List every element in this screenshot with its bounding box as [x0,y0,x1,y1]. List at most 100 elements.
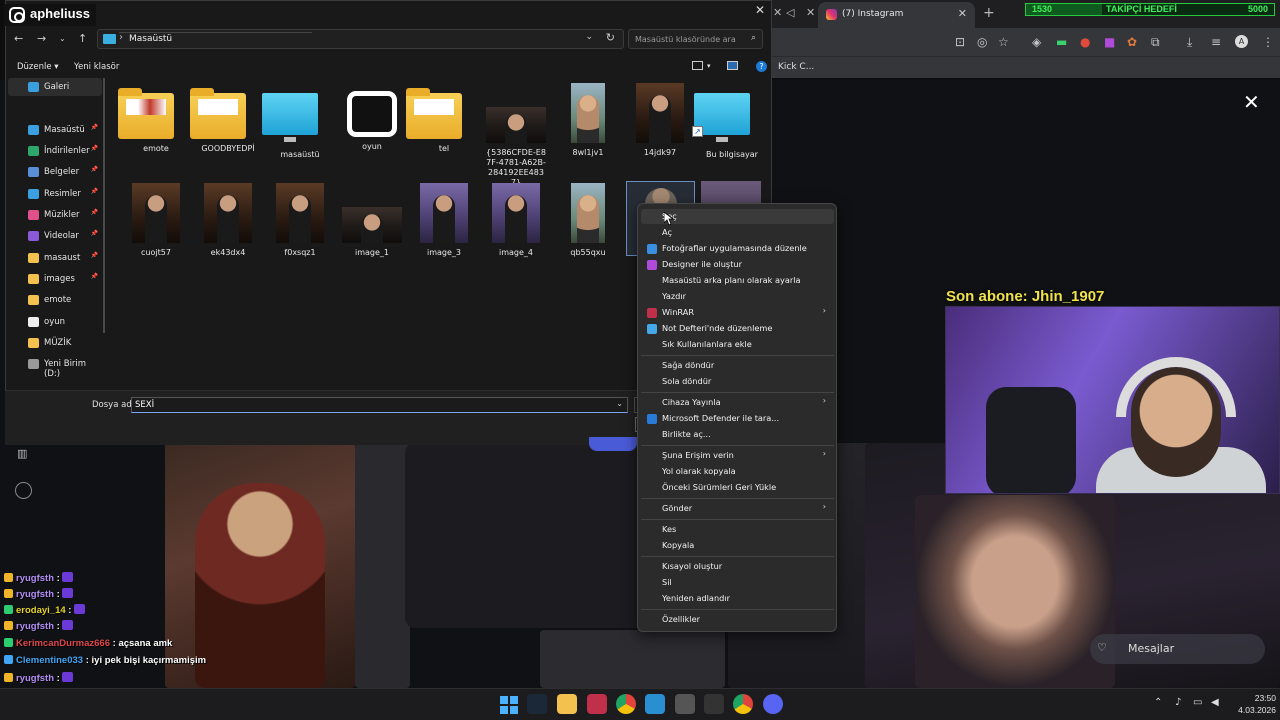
stats-icon[interactable]: ▥ [17,447,27,460]
filename-input[interactable]: SEXİ ⌄ [131,397,628,413]
menu-icon[interactable]: ⋮ [1262,35,1274,49]
file-item[interactable]: 8wl1jv1 [550,83,626,158]
menu-item[interactable]: Cihaza Yayınla › [641,395,834,410]
volume-icon[interactable]: ◀ [1211,697,1219,708]
menu-item[interactable]: Önceki Sürümleri Geri Yükle [641,480,834,495]
file-item[interactable]: ek43dx4 [190,183,266,258]
download-icon[interactable]: ⤓ [1187,35,1192,50]
tab-close-icon-2[interactable]: ✕ [806,6,815,19]
steam-icon[interactable] [527,694,547,714]
back-icon[interactable]: ← [14,32,23,45]
mute-icon[interactable]: ◁ [786,6,794,19]
shield-icon[interactable]: ◈ [1032,35,1041,49]
file-item[interactable]: image_3 [406,183,482,258]
menu-item[interactable]: Sil [641,575,834,590]
menu-item[interactable]: Masaüstü arka planı olarak ayarla [641,273,834,288]
file-item[interactable]: {5386CFDE-E87F-4781-A62B-284192EE4837} [478,83,554,188]
puzzle-icon[interactable]: ⧉ [1151,35,1160,50]
chat-username[interactable]: ryugfsth [16,621,54,632]
extension-icon[interactable]: ▬ [1056,35,1067,49]
file-item[interactable]: 14jdk97 [622,83,698,158]
chrome-icon[interactable] [616,694,636,714]
video-tile-bottom[interactable] [540,630,725,688]
close-tab-icon[interactable]: ✕ [958,7,967,20]
app-icon[interactable] [645,694,665,714]
discord-icon[interactable] [763,694,783,714]
sidebar-item[interactable]: MÜZİK [8,334,102,352]
menu-item[interactable]: Designer ile oluştur [641,257,834,272]
up-icon[interactable]: ↑ [78,32,87,45]
menu-item[interactable]: Birlikte aç... [641,427,834,442]
new-tab-icon[interactable]: + [983,5,995,21]
chat-username[interactable]: Clementine033 [16,655,83,666]
menu-item[interactable]: Kısayol oluştur [641,559,834,574]
menu-item[interactable]: Gönder › [641,501,834,516]
menu-item[interactable]: Microsoft Defender ile tara... [641,411,834,426]
menu-item[interactable]: Yeniden adlandır [641,591,834,606]
new-folder-button[interactable]: Yeni klasör [74,62,119,72]
menu-item[interactable]: Yol olarak kopyala [641,464,834,479]
filename-dropdown-icon[interactable]: ⌄ [616,399,623,408]
star-icon[interactable]: ☆ [998,35,1009,49]
sidebar-item[interactable]: Müzikler 📌 [8,206,102,224]
sidebar-item[interactable]: Resimler 📌 [8,185,102,203]
compass-icon[interactable] [15,482,32,499]
sidebar-item[interactable]: Masaüstü 📌 [8,121,102,139]
bookmark-kick[interactable]: Kick C... [778,62,814,72]
sidebar-item[interactable]: Yeni Birim (D:) [8,355,102,379]
file-item[interactable]: oyun [334,83,410,152]
preview-pane-icon[interactable] [727,61,738,70]
tab-instagram[interactable]: (7) Instagram ✕ [818,2,975,28]
video-tile-prince[interactable] [165,443,355,688]
extension-icon-2[interactable]: ● [1080,35,1090,49]
install-icon[interactable]: ⊡ [955,35,965,49]
address-path[interactable]: › Masaüstü ⌄ ↻ [97,29,624,49]
sidebar-scrollbar[interactable] [103,78,105,333]
refresh-icon[interactable]: ↻ [606,31,615,44]
file-item[interactable]: GOODBYEDPİ [190,83,266,154]
close-icon[interactable]: ✕ [1243,90,1260,114]
dialog-close-icon[interactable]: ✕ [755,3,765,17]
file-item[interactable]: image_1 [334,183,410,258]
game-icon[interactable] [675,694,695,714]
obs-icon[interactable] [704,694,724,714]
path-dropdown-icon[interactable]: ⌄ [585,32,593,42]
menu-item[interactable]: Not Defteri'nde düzenleme [641,321,834,336]
menu-item[interactable]: Kes [641,522,834,537]
chat-username[interactable]: ryugfsth [16,589,54,600]
video-tile-man[interactable] [355,443,410,688]
forward-icon[interactable]: → [37,32,46,45]
organize-button[interactable]: Düzenle ▾ [17,62,59,72]
video-app-icon[interactable] [587,694,607,714]
help-icon[interactable]: ? [756,61,767,72]
messages-button[interactable]: Mesajlar [1090,634,1265,664]
tray-chevron-icon[interactable]: ⌃ [1154,697,1162,708]
sidebar-item[interactable]: Galeri [8,78,102,96]
chrome-icon[interactable] [733,694,753,714]
menu-item[interactable]: Fotoğraflar uygulamasında düzenle [641,241,834,256]
file-item[interactable]: f0xsqz1 [262,183,338,258]
chat-username[interactable]: KerimcanDurmaz666 [16,638,110,649]
hide-icon[interactable]: ◎ [977,35,987,49]
sidebar-item[interactable]: İndirilenler 📌 [8,142,102,160]
list-icon[interactable]: ≡ [1211,35,1221,49]
menu-item[interactable]: WinRAR › [641,305,834,320]
menu-item[interactable]: Sağa döndür [641,358,834,373]
extension-icon-3[interactable]: ■ [1104,35,1115,49]
file-item[interactable]: tel [406,83,482,154]
sidebar-item[interactable]: Belgeler 📌 [8,163,102,181]
menu-item[interactable]: Sık Kullanılanlara ekle [641,337,834,352]
network-icon[interactable]: ▭ [1193,697,1202,708]
view-dropdown-icon[interactable]: ▾ [707,62,711,70]
menu-item[interactable]: Özellikler [641,612,834,627]
view-icon[interactable] [692,61,703,70]
recent-chevron-icon[interactable]: ⌄ [59,34,66,43]
menu-item[interactable]: Kopyala [641,538,834,553]
file-item[interactable]: image_4 [478,183,554,258]
file-item[interactable]: ↗ Bu bilgisayar [692,83,770,160]
sidebar-item[interactable]: oyun [8,313,102,331]
sidebar-item[interactable]: masaust 📌 [8,249,102,267]
clock[interactable]: 23:50 4.03.2026 [1236,692,1276,716]
chat-username[interactable]: ryugfsth [16,573,54,584]
file-item[interactable]: qb55qxu [550,183,626,258]
